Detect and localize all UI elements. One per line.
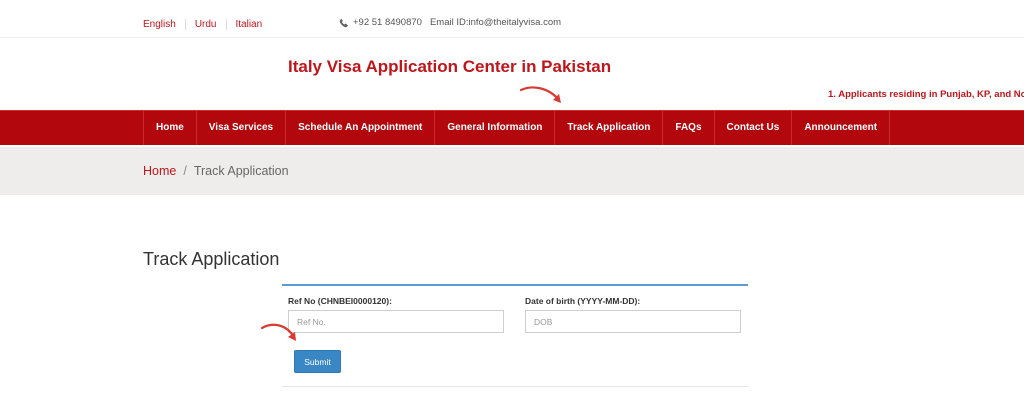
submit-button[interactable]: Submit — [294, 350, 341, 373]
contact-info: +92 51 8490870 Email ID:info@theitalyvis… — [339, 17, 561, 28]
nav-item-visa-services[interactable]: Visa Services — [195, 111, 285, 145]
ref-no-label: Ref No (CHNBEI0000120): — [288, 296, 392, 306]
phone-icon — [339, 18, 348, 27]
nav-item-track-application[interactable]: Track Application — [554, 111, 662, 145]
nav-item-announcement[interactable]: Announcement — [791, 111, 891, 145]
nav-item-home[interactable]: Home — [143, 111, 196, 145]
announcement-marquee: 1. Applicants residing in Punjab, KP, an… — [828, 89, 1024, 100]
curved-arrow-icon — [260, 323, 296, 341]
breadcrumb-separator: / — [183, 164, 187, 178]
breadcrumb-home-link[interactable]: Home — [143, 164, 176, 178]
curved-arrow-icon — [519, 86, 561, 103]
page-title: Track Application — [143, 249, 280, 269]
dob-label: Date of birth (YYYY-MM-DD): — [525, 296, 641, 306]
main-navigation: Home Visa Services Schedule An Appointme… — [0, 110, 1024, 145]
language-link-english[interactable]: English — [143, 19, 185, 30]
nav-item-general-information[interactable]: General Information — [434, 111, 554, 145]
nav-item-faqs[interactable]: FAQs — [662, 111, 713, 145]
nav-item-contact-us[interactable]: Contact Us — [713, 111, 792, 145]
track-application-form: Ref No (CHNBEI0000120): Date of birth (Y… — [282, 284, 748, 387]
dob-input[interactable] — [525, 310, 741, 333]
language-link-urdu[interactable]: Urdu — [184, 19, 226, 30]
language-switcher: English Urdu Italian — [143, 19, 271, 30]
language-link-italian[interactable]: Italian — [225, 19, 272, 30]
breadcrumb-current: Track Application — [193, 164, 289, 178]
email-address[interactable]: Email ID:info@theitalyvisa.com — [430, 17, 561, 28]
breadcrumb-bar: Home / Track Application — [0, 147, 1024, 195]
nav-list: Home Visa Services Schedule An Appointme… — [143, 111, 891, 145]
nav-item-schedule-appointment[interactable]: Schedule An Appointment — [285, 111, 434, 145]
ref-no-input[interactable] — [288, 310, 504, 333]
breadcrumb: Home / Track Application — [143, 164, 289, 178]
phone-number: +92 51 8490870 — [353, 17, 422, 28]
top-bar: English Urdu Italian +92 51 8490870 Emai… — [0, 0, 1024, 38]
site-title: Italy Visa Application Center in Pakista… — [288, 57, 612, 76]
